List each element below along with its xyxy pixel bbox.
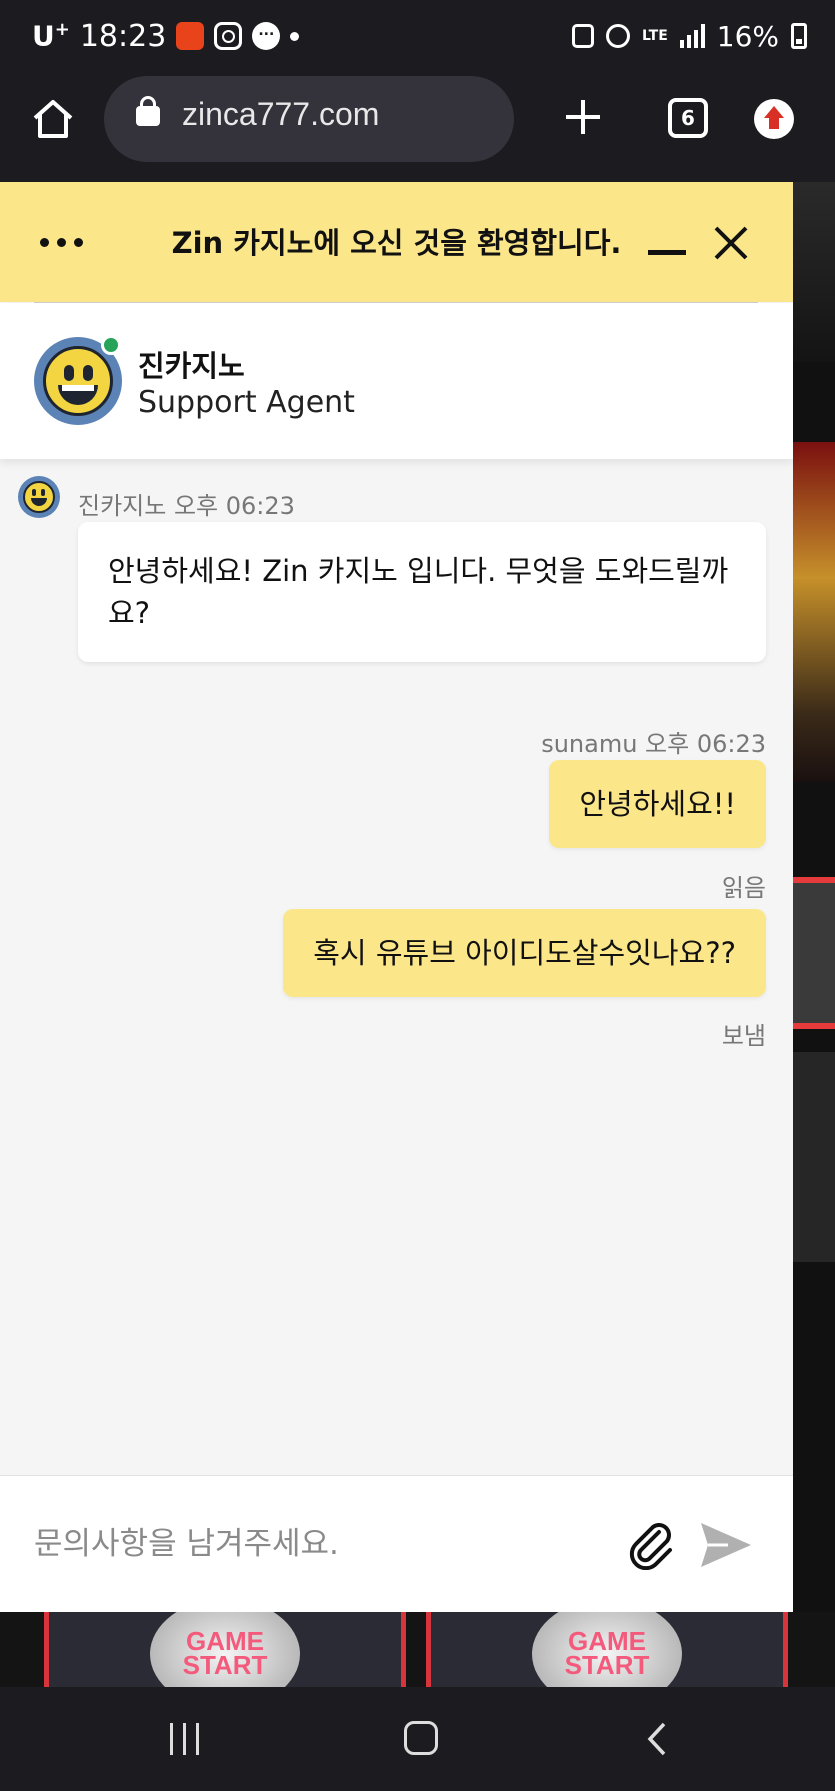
recents-icon[interactable] (170, 1723, 199, 1755)
chat-header-title: Zin 카지노에 오신 것을 환영합니다. (171, 226, 622, 260)
message-meta: sunamu 오후 06:23 (541, 730, 766, 758)
aliexpress-icon (176, 22, 205, 50)
game-card[interactable]: GAME START (426, 1612, 788, 1687)
carrier-label: U+ (32, 19, 70, 53)
signal-icon (679, 24, 705, 48)
send-icon[interactable] (698, 1518, 754, 1572)
agent-small-avatar (18, 476, 60, 518)
url-bar[interactable]: zinca777.com (104, 76, 514, 162)
close-icon[interactable] (712, 224, 750, 262)
chat-header: Zin 카지노에 오신 것을 환영합니다. (0, 182, 793, 302)
lte-icon: LTE (642, 28, 668, 44)
online-status-dot (101, 335, 121, 355)
lock-icon (136, 96, 160, 126)
nav-home-icon[interactable] (404, 1721, 438, 1755)
app-badge-icon (572, 24, 595, 48)
message-composer (0, 1475, 793, 1612)
home-icon[interactable] (30, 96, 76, 142)
alarm-icon (606, 24, 631, 48)
agent-role: Support Agent (138, 385, 355, 420)
message-status: 보냄 (721, 1022, 766, 1050)
game-card[interactable]: GAME START (44, 1612, 406, 1687)
message-status: 읽음 (721, 874, 766, 902)
back-icon[interactable] (642, 1721, 672, 1757)
game-start-button[interactable]: GAME START (532, 1612, 682, 1687)
user-message-bubble: 안녕하세요!! (549, 760, 766, 848)
url-text: zinca777.com (182, 96, 380, 132)
user-message-bubble: 혹시 유튜브 아이디도살수잇나요?? (283, 909, 766, 997)
browser-toolbar: zinca777.com 6 (0, 72, 835, 182)
notification-dot-icon (290, 31, 300, 41)
agent-name: 진카지노 (138, 349, 245, 383)
tab-switcher-button[interactable]: 6 (668, 98, 708, 138)
smiley-icon (43, 346, 113, 416)
minimize-icon[interactable] (648, 250, 686, 255)
attachment-icon[interactable] (626, 1520, 676, 1570)
system-nav-bar (0, 1687, 835, 1791)
chat-widget: Zin 카지노에 오신 것을 환영합니다. 진카지노 Support Agent… (0, 182, 793, 1612)
status-time: 18:23 (79, 18, 167, 54)
messenger-icon (252, 22, 281, 50)
battery-icon (791, 23, 807, 49)
message-meta: 진카지노 오후 06:23 (78, 492, 295, 520)
status-bar: U+ 18:23 LTE 16% (0, 0, 835, 72)
instagram-icon (214, 22, 243, 50)
new-tab-icon[interactable] (560, 94, 606, 140)
update-icon[interactable] (754, 99, 794, 139)
game-banner-strip: GAME START GAME START (0, 1612, 835, 1687)
agent-info: 진카지노 Support Agent (0, 303, 793, 459)
message-input[interactable] (34, 1516, 594, 1572)
background-website (793, 182, 835, 1687)
agent-message-bubble: 안녕하세요! Zin 카지노 입니다. 무엇을 도와드릴까요? (78, 522, 766, 662)
battery-percent: 16% (716, 19, 779, 53)
game-start-button[interactable]: GAME START (150, 1612, 300, 1687)
